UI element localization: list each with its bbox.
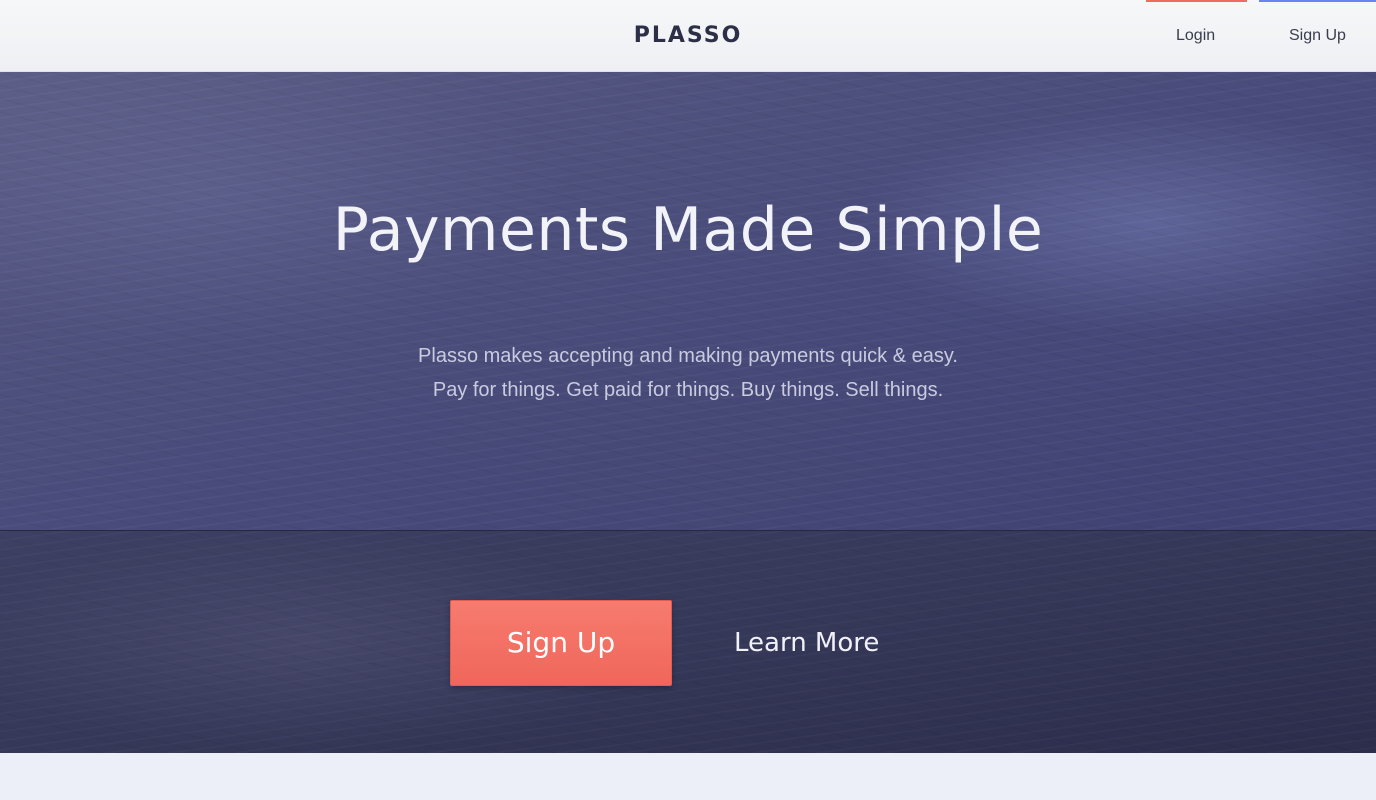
cta-background-texture — [0, 531, 1376, 753]
cta-section: Sign Up Learn More — [0, 530, 1376, 753]
login-indicator-bar — [1146, 0, 1247, 2]
hero-title: Payments Made Simple — [332, 195, 1044, 265]
signup-indicator-bar — [1259, 0, 1376, 2]
hero-subtitle-line-2: Pay for things. Get paid for things. Buy… — [432, 379, 944, 401]
site-header: PLASSO Login Sign Up — [0, 0, 1376, 72]
signup-button[interactable]: Sign Up — [450, 600, 672, 686]
nav-login-link[interactable]: Login — [1176, 24, 1215, 48]
hero-subtitle-line-1: Plasso makes accepting and making paymen… — [418, 345, 958, 367]
nav-signup-link[interactable]: Sign Up — [1289, 24, 1346, 48]
hero-section: Payments Made Simple Plasso makes accept… — [0, 72, 1376, 530]
page-content-area — [0, 753, 1376, 800]
learn-more-link[interactable]: Learn More — [734, 623, 879, 663]
plasso-logo[interactable]: PLASSO — [0, 22, 1376, 50]
hero-background-texture — [0, 72, 1376, 530]
